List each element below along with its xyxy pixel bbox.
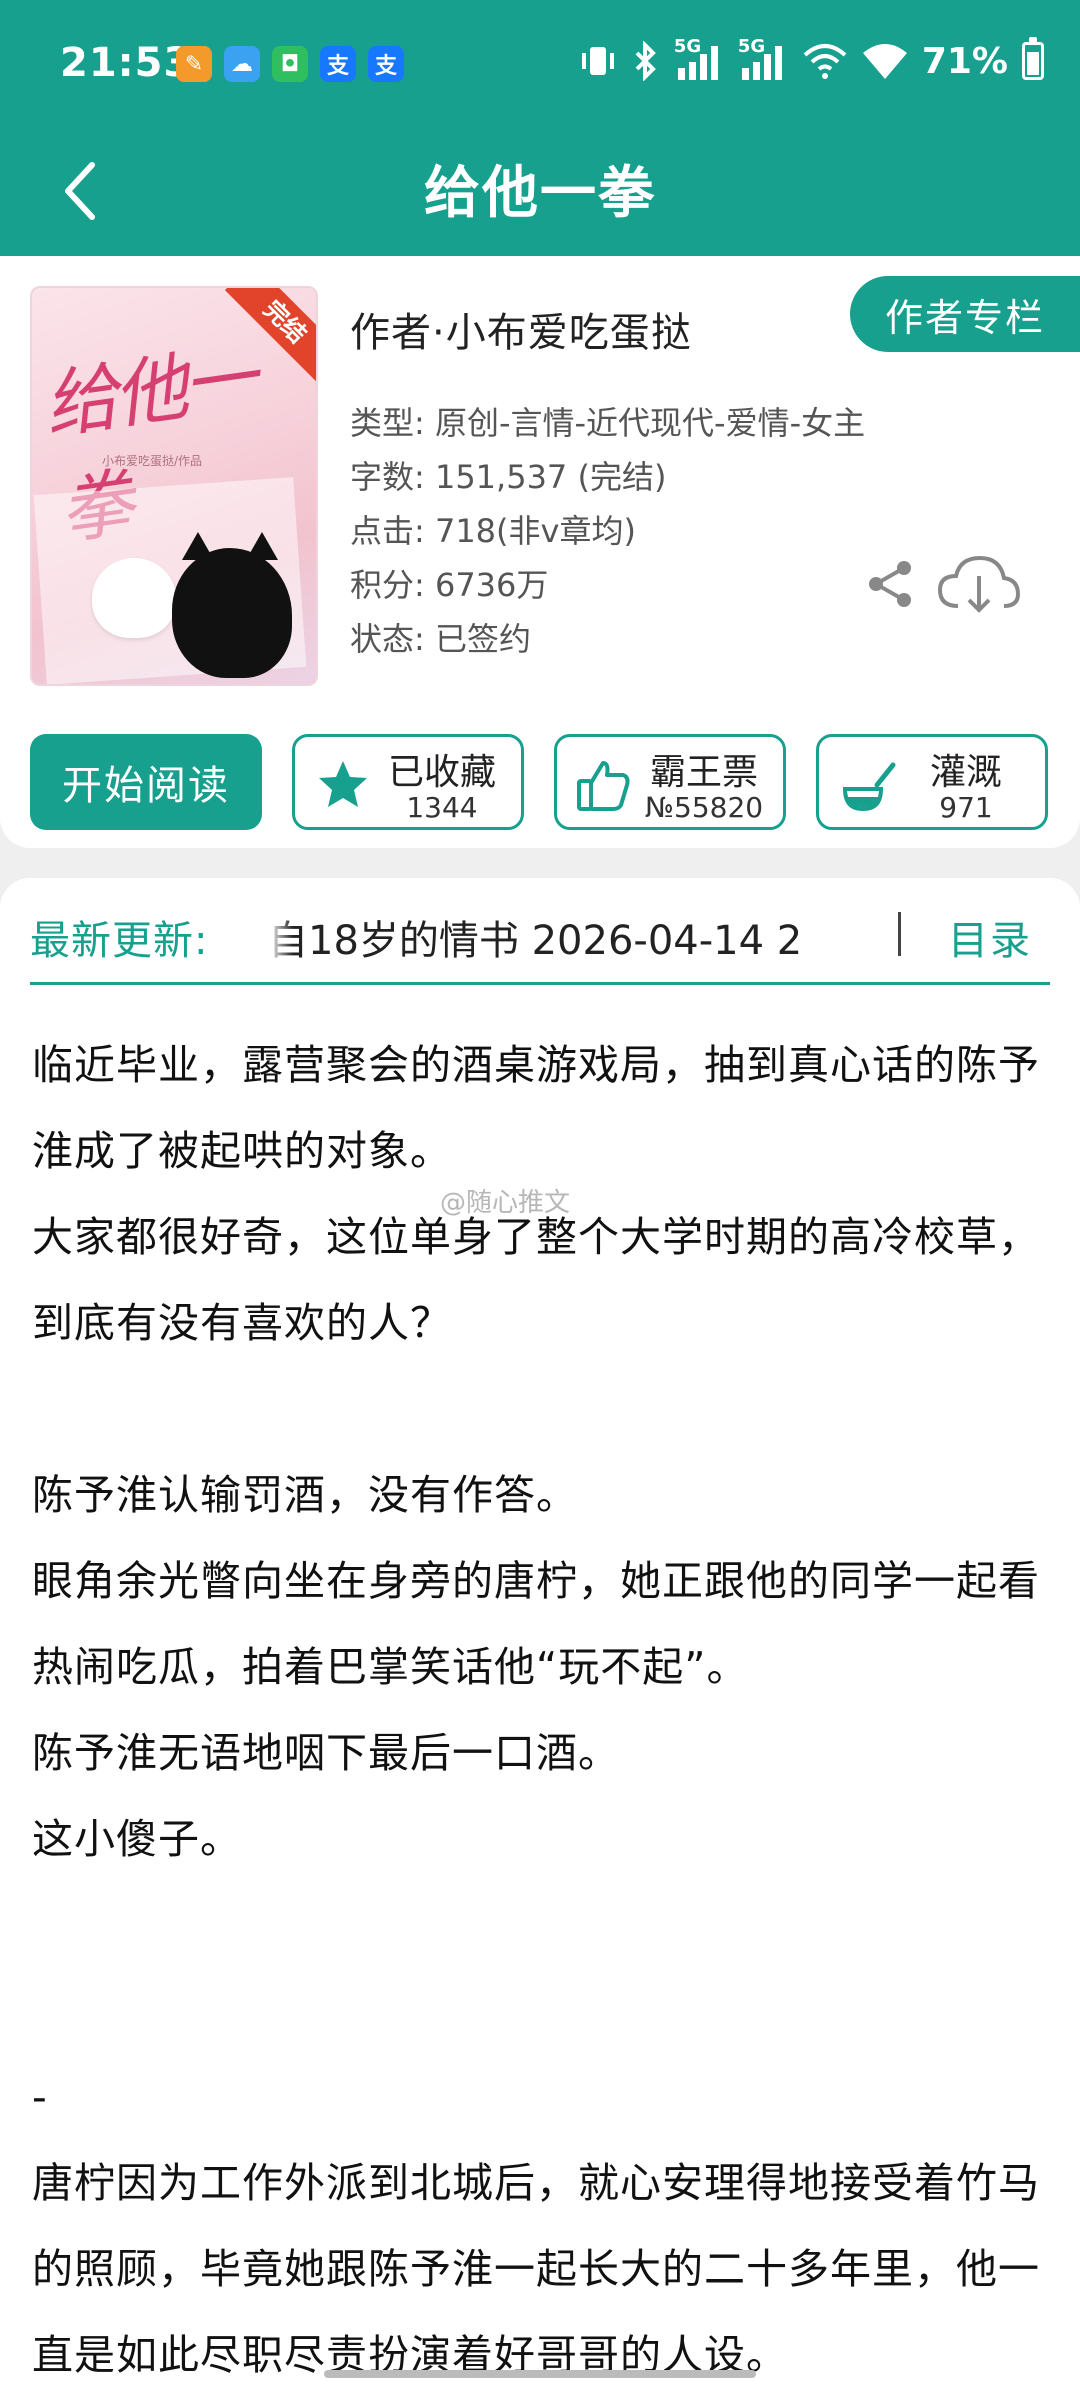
home-indicator[interactable] bbox=[324, 2370, 756, 2378]
system-icons: 5G 5G 71% bbox=[578, 36, 1044, 82]
app-header: 21:53 ✎ ☁ ◘ 支 支 5G 5G 71% 给他一拳 bbox=[0, 0, 1080, 256]
orange-app-icon: ✎ bbox=[176, 46, 212, 82]
alipay-icon: 支 bbox=[368, 46, 404, 82]
author-column-button[interactable]: 作者专栏 bbox=[850, 276, 1080, 352]
meta-type: 类型: 原创-言情-近代现代-爱情-女主 bbox=[350, 404, 866, 442]
synopsis-paragraph: 唐柠因为工作外派到北城后，就心安理得地接受着竹马的照顾，毕竟她跟陈予淮一起长大的… bbox=[32, 2159, 1040, 2379]
green-app-icon: ◘ bbox=[272, 46, 308, 82]
synopsis-divider: - bbox=[32, 2073, 48, 2121]
battery-percent: 71% bbox=[921, 40, 1008, 82]
synopsis-paragraph: 这小傻子。 bbox=[32, 1815, 242, 1863]
start-reading-button[interactable]: 开始阅读 bbox=[30, 734, 262, 830]
update-underline bbox=[30, 982, 1050, 985]
tickets-label: 霸王票 bbox=[649, 752, 758, 793]
white-cat-illustration bbox=[92, 558, 176, 638]
table-of-contents-link[interactable]: 目录 bbox=[948, 908, 1032, 966]
nutrient-label: 灌溉 bbox=[929, 752, 1002, 793]
notification-icons: ✎ ☁ ◘ 支 支 bbox=[176, 46, 404, 82]
status-time: 21:53 bbox=[60, 40, 193, 86]
cloud-app-icon: ☁ bbox=[224, 46, 260, 82]
synopsis-paragraph: 大家都很好奇，这位单身了整个大学时期的高冷校草，到底有没有喜欢的人？ bbox=[32, 1213, 1040, 1347]
synopsis-paragraph: 临近毕业，露营聚会的酒桌游戏局，抽到真心话的陈予淮成了被起哄的对象。 bbox=[32, 1041, 1040, 1175]
bluetooth-icon bbox=[635, 41, 656, 81]
cover-author: 小布爱吃蛋挞/作品 bbox=[102, 454, 203, 468]
action-buttons: 开始阅读 已收藏 1344 霸王票 №55820 灌溉 971 bbox=[30, 734, 1050, 830]
latest-update-label: 最新更新: bbox=[30, 918, 209, 964]
meta-points: 积分: 6736万 bbox=[350, 566, 549, 604]
favorite-label: 已收藏 bbox=[387, 752, 496, 793]
author-name[interactable]: 作者·小布爱吃蛋挞 bbox=[350, 300, 692, 358]
book-meta: 类型: 原创-言情-近代现代-爱情-女主 字数: 151,537 (完结) 点击… bbox=[350, 396, 865, 666]
latest-update-marquee[interactable]: 自18岁的情书 2026-04-14 2 bbox=[268, 908, 898, 964]
latest-update-card: 最新更新: 自18岁的情书 2026-04-14 2 目录 bbox=[0, 878, 1080, 1018]
nav-bar: 给他一拳 bbox=[0, 130, 1080, 256]
meta-status: 状态: 已签约 bbox=[350, 620, 531, 658]
synopsis-paragraph: 陈予淮无语地咽下最后一口酒。 bbox=[32, 1729, 620, 1777]
hotspot-wifi-icon bbox=[803, 44, 847, 79]
watering-bottle-icon bbox=[842, 762, 896, 812]
thumbs-up-icon bbox=[577, 761, 630, 811]
battery-icon bbox=[1022, 37, 1044, 80]
status-bar: 21:53 ✎ ☁ ◘ 支 支 5G 5G 71% bbox=[0, 0, 1080, 130]
book-info-card: 给他一拳 小布爱吃蛋挞/作品 完结 作者·小布爱吃蛋挞 作者专栏 类型: 原创-… bbox=[0, 256, 1080, 848]
nutrient-count: 971 bbox=[939, 791, 993, 824]
signal-icon: 5G bbox=[738, 36, 788, 82]
battery-level bbox=[1027, 52, 1039, 75]
tickets-count: №55820 bbox=[644, 791, 764, 824]
star-icon bbox=[319, 761, 367, 807]
favorite-button[interactable]: 已收藏 1344 bbox=[292, 734, 524, 830]
wifi-icon bbox=[862, 44, 907, 79]
nutrient-button[interactable]: 灌溉 971 bbox=[816, 734, 1048, 830]
signal-icon: 5G bbox=[674, 36, 724, 82]
book-cover[interactable]: 给他一拳 小布爱吃蛋挞/作品 完结 bbox=[30, 286, 318, 686]
divider bbox=[898, 912, 901, 956]
favorite-count: 1344 bbox=[406, 791, 478, 824]
alipay-icon: 支 bbox=[320, 46, 356, 82]
black-cat-illustration bbox=[172, 532, 292, 678]
share-icon[interactable] bbox=[862, 556, 918, 612]
download-cloud-icon[interactable] bbox=[936, 552, 1022, 618]
tickets-button[interactable]: 霸王票 №55820 bbox=[554, 734, 786, 830]
synopsis-paragraph: 陈予淮认输罚酒，没有作答。 bbox=[32, 1471, 578, 1519]
meta-clicks: 点击: 718(非v章均) bbox=[350, 512, 636, 550]
page-title: 给他一拳 bbox=[424, 161, 656, 226]
synopsis: 临近毕业，露营聚会的酒桌游戏局，抽到真心话的陈予淮成了被起哄的对象。 @随心推文… bbox=[0, 1018, 1080, 2400]
synopsis-paragraph: 眼角余光瞥向坐在身旁的唐柠，她正跟他的同学一起看热闹吃瓜，拍着巴掌笑话他“玩不起… bbox=[32, 1557, 1040, 1691]
vibrate-icon bbox=[581, 47, 614, 75]
meta-word-count: 字数: 151,537 (完结) bbox=[350, 458, 667, 496]
